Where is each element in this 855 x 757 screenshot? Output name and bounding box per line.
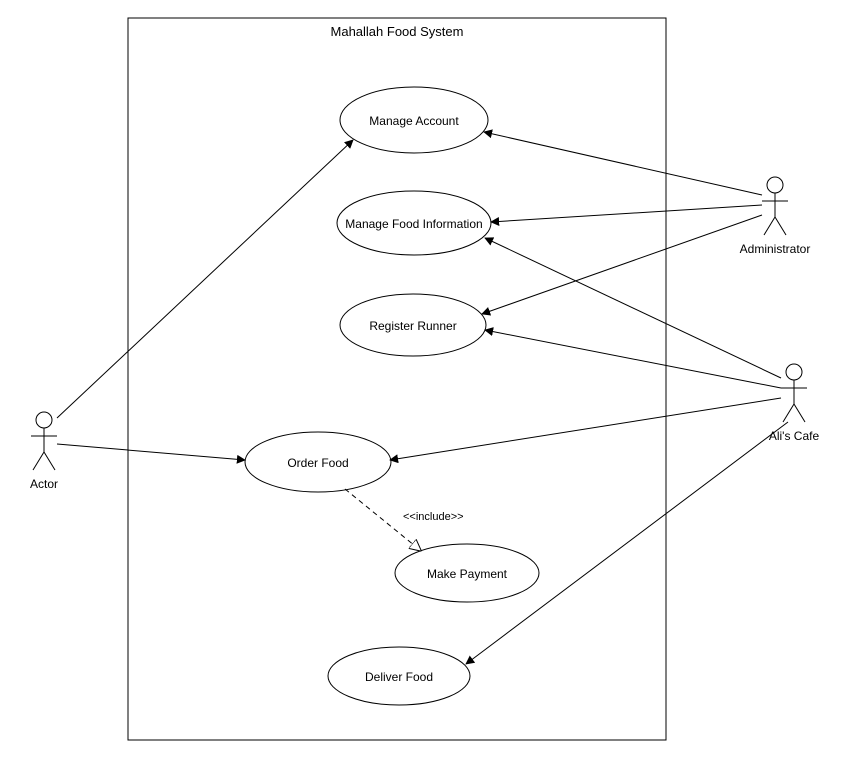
person-icon	[767, 177, 783, 193]
actor-administrator	[762, 177, 788, 235]
system-title: Mahallah Food System	[331, 24, 464, 39]
usecase-register-runner-label: Register Runner	[369, 319, 456, 333]
usecase-make-payment-label: Make Payment	[427, 567, 508, 581]
actor-administrator-label: Administrator	[740, 242, 811, 256]
assoc-cafe-order-food	[390, 398, 781, 460]
actor-alis-cafe	[781, 364, 807, 422]
usecase-order-food-label: Order Food	[287, 456, 348, 470]
assoc-admin-manage-food-info	[491, 205, 762, 222]
assoc-cafe-manage-food-info	[485, 238, 781, 378]
actor-actor-label: Actor	[30, 477, 58, 491]
assoc-cafe-register-runner	[485, 330, 781, 388]
assoc-admin-manage-account	[484, 132, 762, 195]
include-stereotype: <<include>>	[403, 511, 464, 523]
usecase-deliver-food-label: Deliver Food	[365, 670, 433, 684]
usecase-manage-food-information-label: Manage Food Information	[345, 217, 482, 231]
actor-actor	[31, 412, 57, 470]
assoc-actor-order-food	[57, 444, 245, 460]
assoc-actor-manage-account	[57, 140, 353, 418]
person-icon	[786, 364, 802, 380]
usecase-diagram: Mahallah Food System Manage Account Mana…	[0, 0, 855, 757]
assoc-admin-register-runner	[482, 215, 762, 314]
assoc-cafe-deliver-food	[466, 422, 788, 664]
usecase-manage-account-label: Manage Account	[369, 114, 459, 128]
person-icon	[36, 412, 52, 428]
